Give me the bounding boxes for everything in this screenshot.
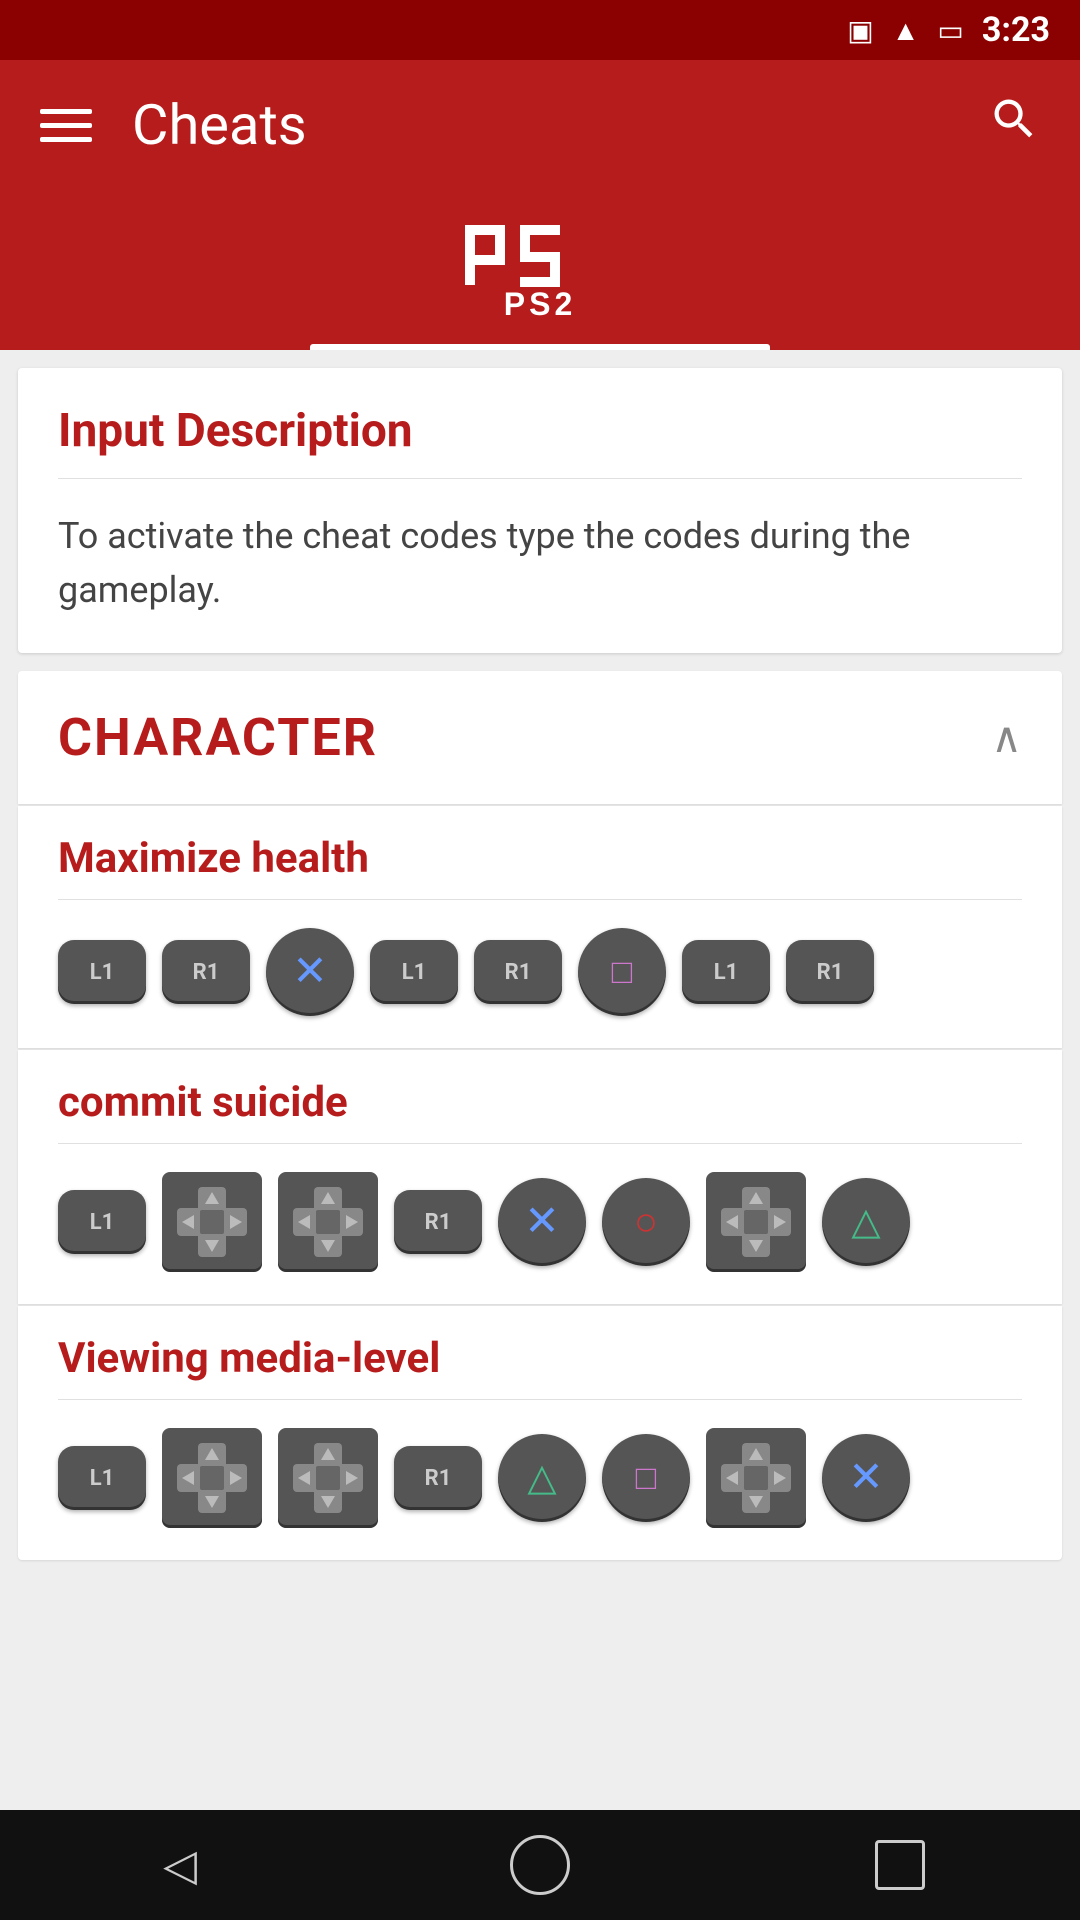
- cheat-title-commit-suicide: commit suicide: [58, 1078, 1022, 1127]
- btn-square-vm: □: [602, 1434, 690, 1522]
- dpad-svg-3: [716, 1182, 796, 1262]
- hamburger-line-1: [40, 109, 92, 114]
- btn-l1-3: L1: [682, 940, 770, 1004]
- input-description-body: To activate the cheat codes type the cod…: [58, 509, 1022, 617]
- btn-l1-2: L1: [370, 940, 458, 1004]
- dpad-svg-vm1: [172, 1438, 252, 1518]
- btn-cross-vm: ✕: [822, 1434, 910, 1522]
- square-symbol: □: [612, 955, 633, 989]
- status-bar: ▣ ▲ ▭ 3:23: [0, 0, 1080, 60]
- btn-r1-1: R1: [162, 940, 250, 1004]
- btn-square-1: □: [578, 928, 666, 1016]
- cross-symbol-vm: ✕: [848, 1457, 883, 1499]
- chevron-up-icon: ∧: [991, 713, 1022, 763]
- cheat-buttons-maximize-health: L1 R1 ✕ L1 R1 □ L1 R1: [18, 900, 1062, 1048]
- card-body: To activate the cheat codes type the cod…: [18, 479, 1062, 653]
- cheat-item-viewing-media: Viewing media-level L1: [18, 1306, 1062, 1560]
- cheat-item-header-2: commit suicide: [18, 1050, 1062, 1143]
- recent-icon: [875, 1840, 925, 1890]
- cheat-item-maximize-health: Maximize health L1 R1 ✕ L1 R1 □ L1 R1: [18, 806, 1062, 1048]
- ps2-logo-svg: PS2: [460, 215, 620, 325]
- btn-dpad-2: [278, 1172, 378, 1272]
- menu-button[interactable]: [40, 109, 92, 142]
- home-icon: [510, 1835, 570, 1895]
- app-bar: Cheats: [0, 60, 1080, 190]
- btn-cross-cs: ✕: [498, 1178, 586, 1266]
- triangle-symbol-vm: △: [527, 1459, 556, 1497]
- dpad-svg-vm2: [288, 1438, 368, 1518]
- cross-symbol: ✕: [292, 951, 327, 993]
- status-icons: ▣ ▲ ▭ 3:23: [847, 10, 1050, 50]
- cross-symbol-cs: ✕: [524, 1201, 559, 1243]
- btn-r1-3: R1: [786, 940, 874, 1004]
- triangle-symbol-cs: △: [851, 1203, 880, 1241]
- cheat-item-header-3: Viewing media-level: [18, 1306, 1062, 1399]
- dpad-svg-vm3: [716, 1438, 796, 1518]
- btn-l1-1: L1: [58, 940, 146, 1004]
- btn-dpad-1: [162, 1172, 262, 1272]
- tab-indicator: [310, 344, 770, 350]
- cheat-buttons-commit-suicide: L1: [18, 1144, 1062, 1304]
- btn-circle-cs: ○: [602, 1178, 690, 1266]
- btn-r1-2: R1: [474, 940, 562, 1004]
- ps2-banner: PS2: [0, 190, 1080, 350]
- vibrate-icon: ▣: [847, 14, 873, 47]
- btn-dpad-vm3: [706, 1428, 806, 1528]
- btn-dpad-vm2: [278, 1428, 378, 1528]
- character-section-title: CHARACTER: [58, 707, 378, 768]
- hamburger-line-3: [40, 137, 92, 142]
- app-title: Cheats: [132, 92, 307, 158]
- home-button[interactable]: [480, 1825, 600, 1905]
- btn-r1-cs: R1: [394, 1190, 482, 1254]
- app-bar-left: Cheats: [40, 92, 307, 158]
- svg-text:PS2: PS2: [504, 286, 576, 322]
- dpad-svg-1: [172, 1182, 252, 1262]
- dpad-svg-2: [288, 1182, 368, 1262]
- cheat-item-commit-suicide: commit suicide L1: [18, 1050, 1062, 1304]
- btn-dpad-3: [706, 1172, 806, 1272]
- nav-bar: ◁: [0, 1810, 1080, 1920]
- status-time: 3:23: [982, 10, 1050, 50]
- search-icon: [988, 93, 1040, 145]
- btn-triangle-vm: △: [498, 1434, 586, 1522]
- search-button[interactable]: [988, 93, 1040, 158]
- back-button[interactable]: ◁: [120, 1825, 240, 1905]
- btn-l1-cs: L1: [58, 1190, 146, 1254]
- ps2-logo: PS2: [460, 215, 620, 325]
- main-content: Input Description To activate the cheat …: [0, 350, 1080, 1810]
- battery-icon: ▭: [937, 14, 963, 47]
- btn-dpad-vm1: [162, 1428, 262, 1528]
- cheat-buttons-viewing-media: L1: [18, 1400, 1062, 1560]
- square-symbol-vm: □: [636, 1461, 657, 1495]
- hamburger-line-2: [40, 123, 92, 128]
- input-description-card: Input Description To activate the cheat …: [18, 368, 1062, 653]
- btn-l1-vm: L1: [58, 1446, 146, 1510]
- btn-r1-vm: R1: [394, 1446, 482, 1510]
- character-section-header[interactable]: CHARACTER ∧: [18, 671, 1062, 804]
- back-icon: ◁: [163, 1840, 197, 1891]
- btn-cross-1: ✕: [266, 928, 354, 1016]
- cheat-item-header: Maximize health: [18, 806, 1062, 899]
- recent-button[interactable]: [840, 1825, 960, 1905]
- card-header: Input Description: [18, 368, 1062, 478]
- cheat-title-maximize-health: Maximize health: [58, 834, 1022, 883]
- signal-icon: ▲: [892, 14, 920, 47]
- input-description-title: Input Description: [58, 404, 1022, 458]
- btn-triangle-cs: △: [822, 1178, 910, 1266]
- cheat-title-viewing-media: Viewing media-level: [58, 1334, 1022, 1383]
- circle-symbol-cs: ○: [634, 1202, 658, 1242]
